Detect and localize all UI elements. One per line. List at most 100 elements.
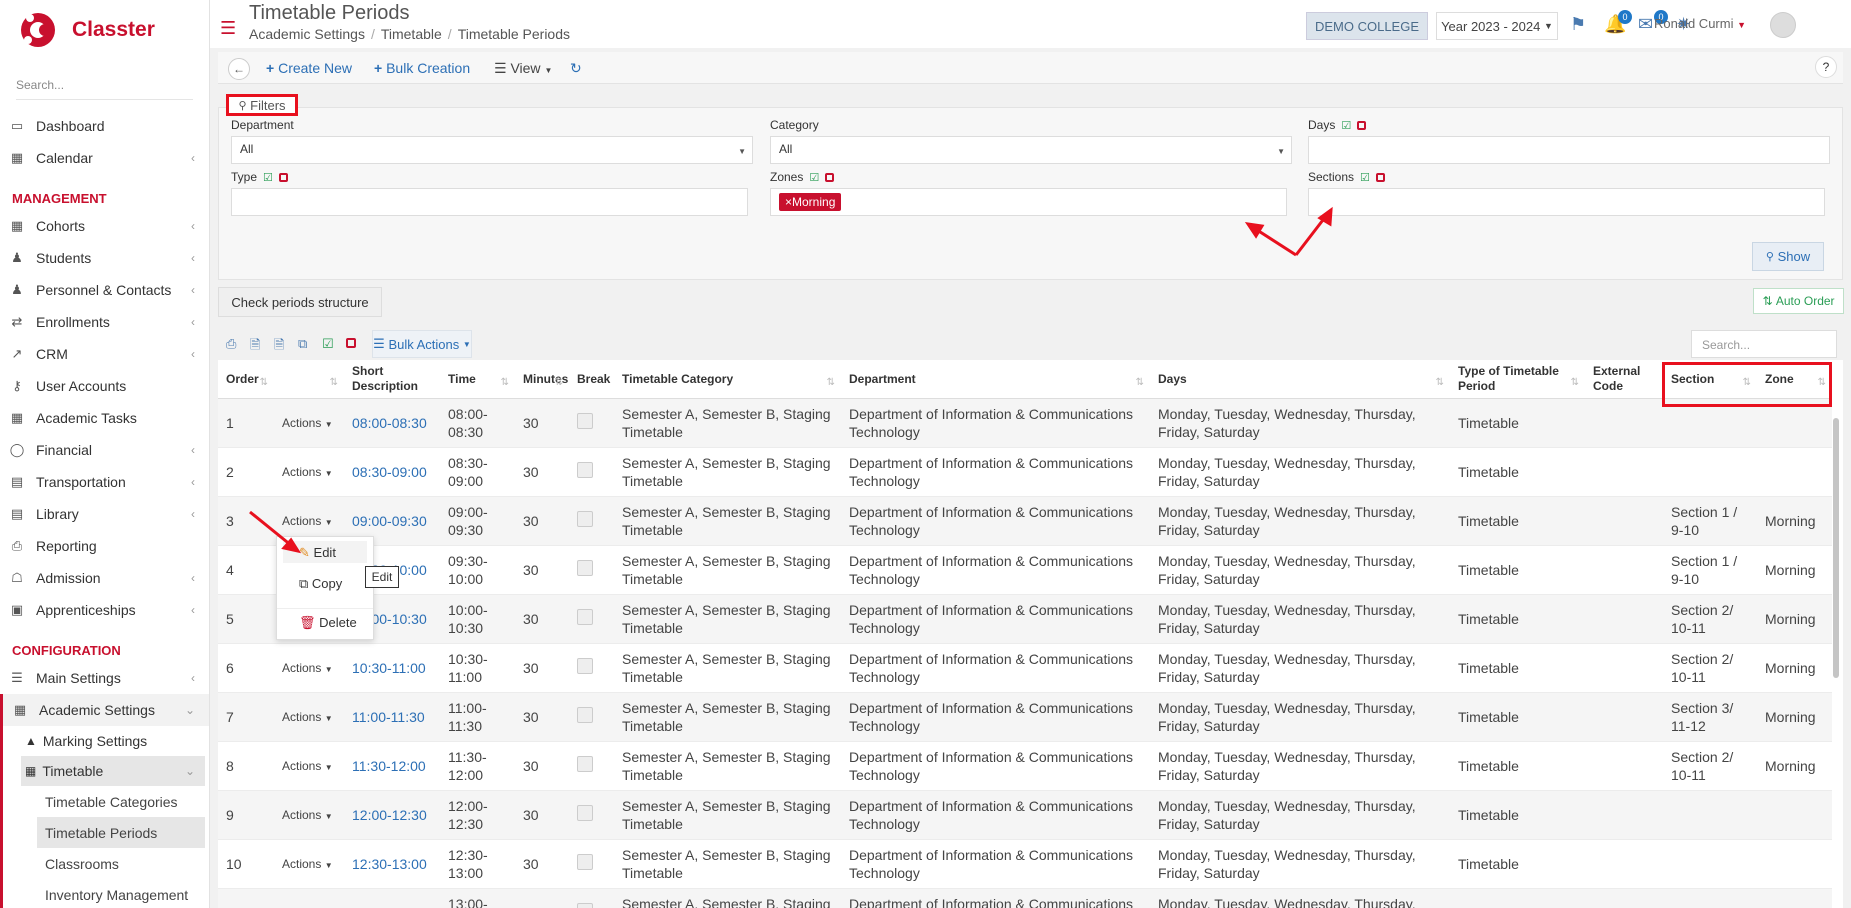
actions-button[interactable]: Actions ▼	[282, 710, 333, 724]
column-header-days[interactable]: Days ⇅	[1150, 360, 1450, 399]
actions-button[interactable]: Actions ▼	[282, 416, 333, 430]
table-row[interactable]: 3 Actions ▼ 09:00-09:30 09:00-09:30 30 Semest…	[218, 496, 1832, 546]
actions-button[interactable]: Actions ▼	[282, 759, 333, 773]
flag-icon[interactable]: ⚑	[1570, 14, 1586, 35]
short-description-link[interactable]: 13:00-13:30	[344, 889, 440, 908]
actions-cell[interactable]: Actions ▼	[274, 742, 344, 791]
table-row[interactable]: 10 Actions ▼ 12:30-13:00 12:30-13:00 30 Semes…	[218, 840, 1832, 889]
sidebar-item-academic-settings[interactable]: ▦ Academic Settings ⌄	[0, 694, 209, 726]
type-input[interactable]	[231, 188, 748, 216]
delete-menu-item[interactable]: 🗑 Delete	[299, 615, 357, 631]
back-button[interactable]: ←	[228, 58, 250, 80]
check-all-icon[interactable]: ☑	[263, 172, 273, 184]
actions-cell[interactable]: Actions ▼	[274, 840, 344, 889]
break-checkbox[interactable]	[577, 903, 593, 908]
auto-order-button[interactable]: ⇅ Auto Order	[1753, 288, 1844, 314]
actions-button[interactable]: Actions ▼	[282, 514, 333, 528]
actions-cell[interactable]: Actions ▼	[274, 448, 344, 497]
sidebar-item-reporting[interactable]: ⎙ Reporting	[0, 530, 209, 562]
copy-menu-item[interactable]: ⧉ Copy	[299, 576, 342, 592]
check-all-icon[interactable]: ☑	[1360, 172, 1370, 184]
sidebar-item-enrollments[interactable]: ⇄ Enrollments ‹	[0, 306, 209, 338]
short-description-link[interactable]: 08:00-08:30	[344, 399, 440, 448]
sidebar-item-transportation[interactable]: ▤ Transportation ‹	[0, 466, 209, 498]
break-checkbox[interactable]	[577, 462, 593, 478]
avatar[interactable]	[1770, 12, 1796, 38]
check-periods-structure-button[interactable]: Check periods structure	[218, 287, 382, 317]
sidebar-item-students[interactable]: ♟ Students ‹	[0, 242, 209, 274]
actions-button[interactable]: Actions ▼	[282, 465, 333, 479]
help-button[interactable]: ?	[1815, 56, 1837, 78]
break-checkbox[interactable]	[577, 805, 593, 821]
filters-button[interactable]: ⚲ Filters	[226, 94, 298, 116]
sidebar-item-personnel-contacts[interactable]: ♟ Personnel & Contacts ‹	[0, 274, 209, 306]
sidebar-subitem-classrooms[interactable]: Classrooms	[3, 848, 209, 879]
short-description-link[interactable]: 12:30-13:00	[344, 840, 440, 889]
year-selector[interactable]: Year 2023 - 2024 ▼	[1436, 12, 1558, 40]
sidebar-item-user-accounts[interactable]: ⚷ User Accounts	[0, 370, 209, 402]
break-checkbox[interactable]	[577, 413, 593, 429]
check-all-icon[interactable]: ☑	[322, 336, 334, 352]
break-checkbox[interactable]	[577, 854, 593, 870]
column-header-time[interactable]: Time ⇅	[440, 360, 515, 399]
table-search-input[interactable]: Search...	[1691, 330, 1837, 358]
sidebar-subitem-timetable-periods[interactable]: Timetable Periods	[37, 817, 205, 848]
envelope-icon[interactable]: ✉	[1638, 14, 1653, 35]
uncheck-all-icon[interactable]	[346, 338, 356, 348]
column-header-department[interactable]: Department ⇅	[841, 360, 1150, 399]
show-button[interactable]: ⚲ Show	[1752, 242, 1824, 271]
actions-button[interactable]: Actions ▼	[282, 857, 333, 871]
column-header-break[interactable]: Break	[569, 360, 614, 399]
logo[interactable]: Classter	[0, 0, 209, 60]
export-excel-icon[interactable]: 🗎	[250, 336, 260, 358]
sidebar-item-academic-tasks[interactable]: ▦ Academic Tasks	[0, 402, 209, 434]
break-checkbox[interactable]	[577, 511, 593, 527]
zones-input[interactable]: ×Morning	[770, 188, 1287, 216]
table-row[interactable]: 1 Actions ▼ 08:00-08:30 08:00-08:30 30 Semest…	[218, 398, 1832, 448]
sidebar-item-dashboard[interactable]: ▭ Dashboard	[0, 110, 209, 142]
short-description-link[interactable]: 08:30-09:00	[344, 448, 440, 497]
edit-menu-item[interactable]: ✎ Edit	[299, 545, 336, 561]
break-checkbox[interactable]	[577, 707, 593, 723]
department-select[interactable]: All ▼	[231, 136, 753, 164]
uncheck-all-icon[interactable]	[825, 173, 835, 182]
column-header-order[interactable]: Order ⇅	[218, 360, 274, 399]
table-row[interactable]: 11Actions ▼13:00-13:3013:00-13:3030Semes…	[218, 888, 1832, 908]
table-scrollbar[interactable]	[1833, 418, 1839, 678]
copy-icon[interactable]: ⧉	[298, 336, 307, 352]
uncheck-all-icon[interactable]	[1357, 121, 1367, 130]
short-description-link[interactable]: 11:00-11:30	[344, 693, 440, 742]
break-checkbox[interactable]	[577, 658, 593, 674]
sidebar-item-calendar[interactable]: ▦ Calendar ‹	[0, 142, 209, 174]
sections-input[interactable]	[1308, 188, 1825, 216]
column-header-timetable-category[interactable]: Timetable Category ⇅	[614, 360, 841, 399]
create-new-button[interactable]: + Create New	[266, 60, 352, 76]
table-row[interactable]: 9 Actions ▼ 12:00-12:30 12:00-12:30 30 Semest…	[218, 790, 1832, 840]
sidebar-item-admission[interactable]: ☖ Admission ‹	[0, 562, 209, 594]
break-checkbox[interactable]	[577, 560, 593, 576]
refresh-icon[interactable]: ↻	[570, 60, 582, 77]
sidebar-subitem-timetable-categories[interactable]: Timetable Categories	[3, 786, 209, 817]
actions-cell[interactable]: Actions ▼	[274, 889, 344, 908]
actions-cell[interactable]: Actions ▼	[274, 644, 344, 693]
actions-cell[interactable]: Actions ▼	[274, 399, 344, 448]
column-header-external-code[interactable]: External Code	[1585, 360, 1663, 399]
sidebar-item-cohorts[interactable]: ▦ Cohorts ‹	[0, 210, 209, 242]
short-description-link[interactable]: 10:30-11:00	[344, 644, 440, 693]
sidebar-item-apprenticeships[interactable]: ▣ Apprenticeships ‹	[0, 594, 209, 626]
view-dropdown[interactable]: ☰ View ▼	[494, 60, 552, 77]
export-pdf-icon[interactable]: 🗎	[274, 336, 284, 358]
column-header-type[interactable]: Type of Timetable Period ⇅	[1450, 360, 1585, 399]
table-row[interactable]: 8 Actions ▼ 11:30-12:00 11:30-12:00 30 Semest…	[218, 742, 1832, 791]
days-input[interactable]	[1308, 136, 1830, 164]
table-row[interactable]: 6 Actions ▼ 10:30-11:00 10:30-11:00 30 Semest…	[218, 644, 1832, 693]
bulk-creation-button[interactable]: + Bulk Creation	[374, 60, 470, 76]
check-all-icon[interactable]: ☑	[809, 172, 819, 184]
print-icon[interactable]: ⎙	[226, 336, 236, 352]
break-checkbox[interactable]	[577, 756, 593, 772]
actions-cell[interactable]: Actions ▼	[274, 791, 344, 840]
hamburger-menu-icon[interactable]: ☰	[220, 18, 236, 39]
table-row[interactable]: 7 Actions ▼ 11:00-11:30 11:00-11:30 30 Semest…	[218, 692, 1832, 742]
breadcrumb-item[interactable]: Timetable	[381, 26, 442, 42]
sidebar-item-financial[interactable]: ◯ Financial ‹	[0, 434, 209, 466]
